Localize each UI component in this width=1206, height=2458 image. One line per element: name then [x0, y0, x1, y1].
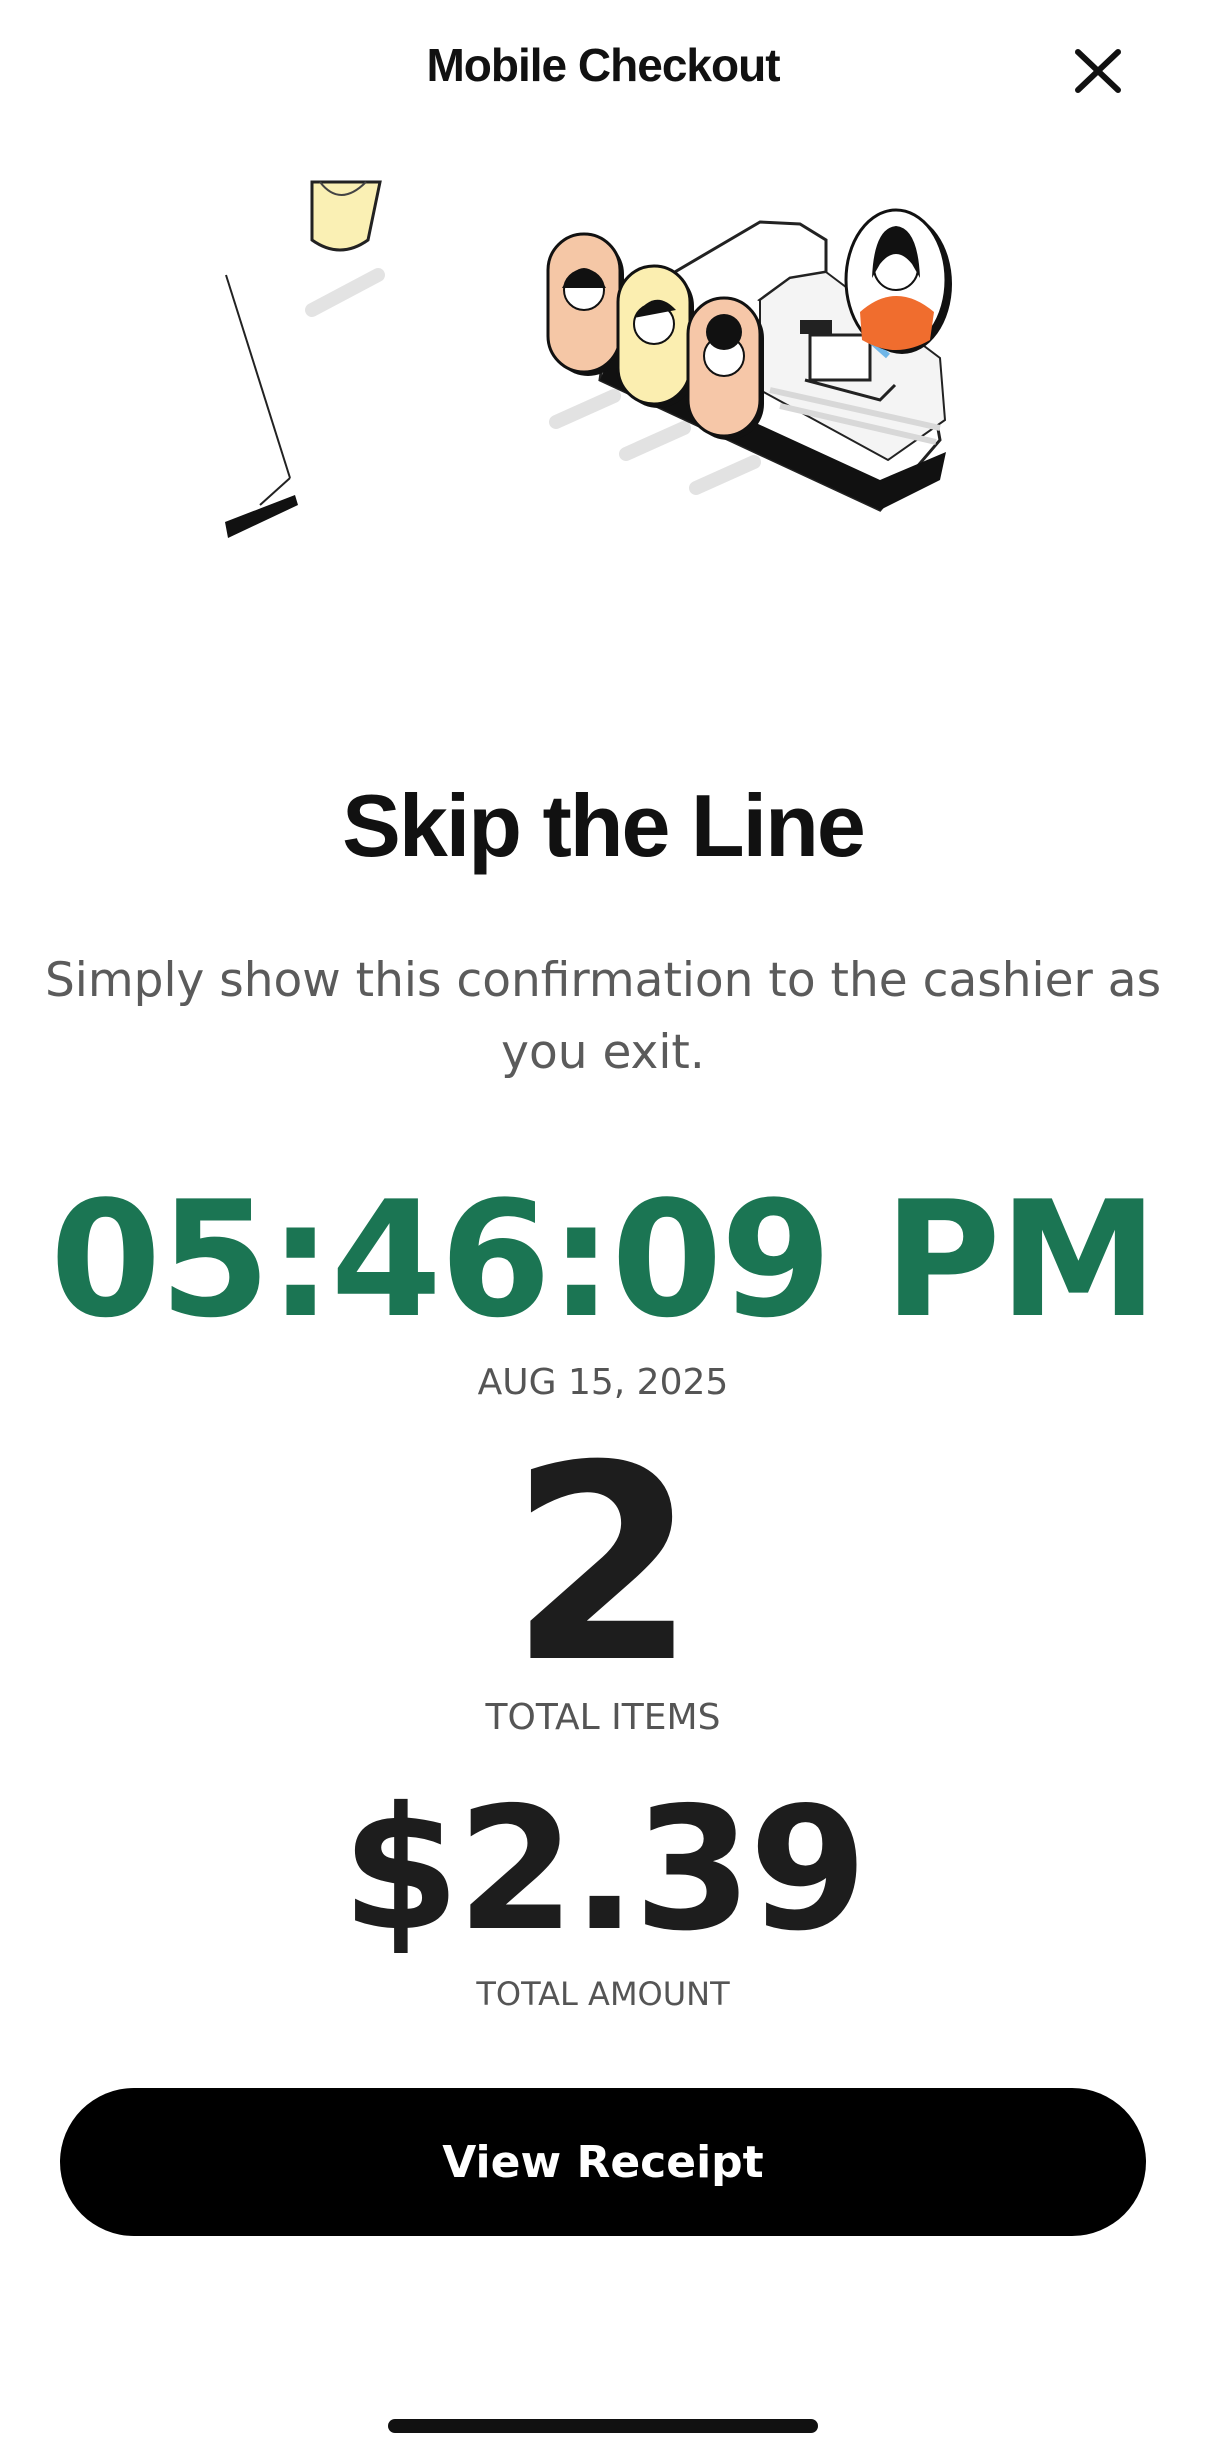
page-title: Mobile Checkout: [426, 39, 780, 91]
view-receipt-label: View Receipt: [442, 2136, 764, 2188]
shopper-avatar-2: [616, 264, 694, 408]
checkout-counter-illustration-icon: [225, 180, 952, 538]
shopper-avatar-partial: [310, 180, 382, 252]
total-amount-label: TOTAL AMOUNT: [476, 1975, 730, 2013]
total-amount-value: $2.39: [341, 1771, 868, 1969]
header: Mobile Checkout: [0, 0, 1206, 140]
total-items-label: TOTAL ITEMS: [485, 1697, 721, 1738]
checkout-illustration: [0, 160, 1206, 580]
tablet-stand: [225, 274, 298, 538]
shopper-avatar-1: [546, 232, 624, 376]
instruction-text: Simply show this confirmation to the cas…: [44, 953, 1162, 1080]
headline: Skip the Line: [342, 776, 866, 875]
view-receipt-button[interactable]: View Receipt: [60, 2088, 1146, 2236]
close-icon: [1075, 49, 1121, 93]
home-indicator[interactable]: [388, 2419, 818, 2433]
close-button[interactable]: [1060, 40, 1132, 100]
total-items-value: 2: [509, 1407, 697, 1722]
shopper-avatar-3: [686, 296, 764, 440]
confirmation-date: AUG 15, 2025: [477, 1362, 729, 1403]
cashier-avatar: [844, 208, 952, 354]
confirmation-time: 05:46:09 PM: [49, 1166, 1158, 1353]
